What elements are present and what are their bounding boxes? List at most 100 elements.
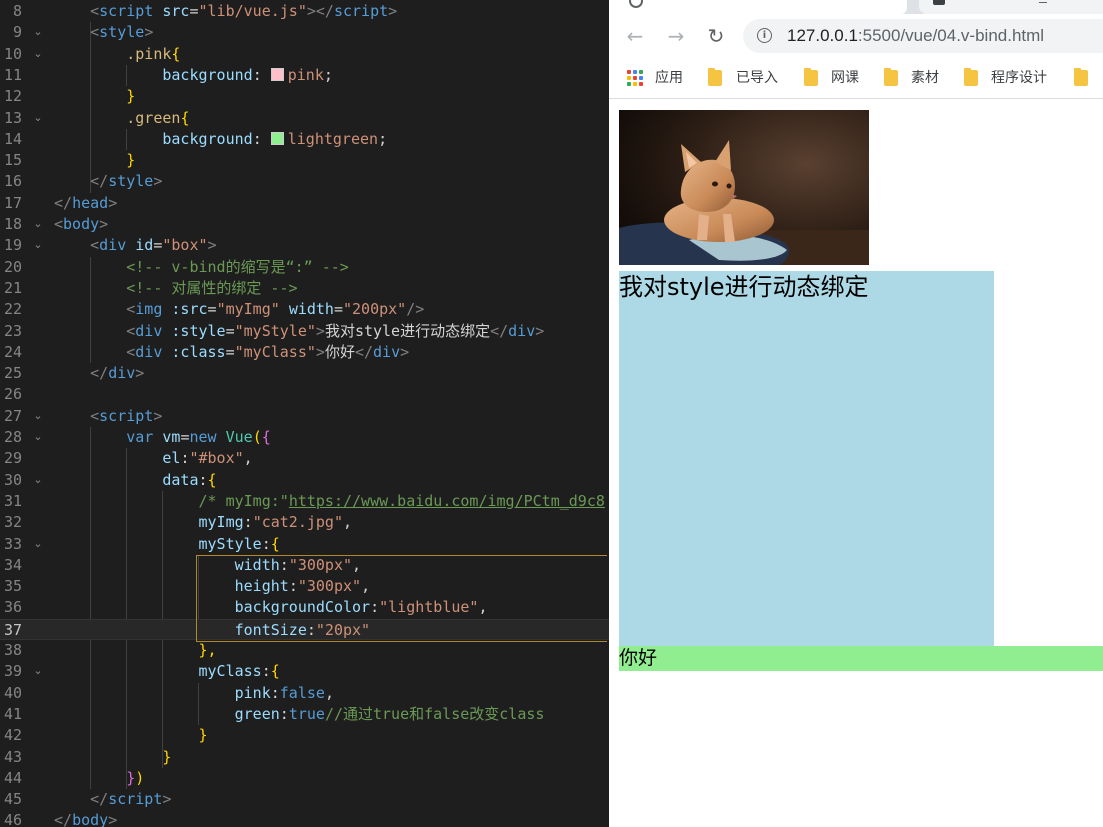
- code-token: </: [490, 321, 509, 340]
- code-text: }): [54, 768, 144, 789]
- bookmark-folder-more[interactable]: [1074, 68, 1103, 88]
- line-number: 38: [3, 641, 22, 659]
- code-text: <script>: [54, 406, 162, 427]
- bookmark-folder-assets[interactable]: 素材: [884, 68, 954, 88]
- code-line[interactable]: 40 pink:false,: [0, 683, 609, 704]
- code-token: </: [54, 172, 109, 191]
- code-line[interactable]: 33 ⌄ myStyle:{: [0, 534, 609, 555]
- code-line[interactable]: 38 },: [0, 640, 609, 661]
- code-line[interactable]: 18 ⌄ <body>: [0, 214, 609, 235]
- forward-arrow-icon[interactable]: →: [664, 24, 688, 48]
- fold-chevron-icon[interactable]: ⌄: [32, 111, 44, 125]
- fold-chevron-icon[interactable]: ⌄: [32, 409, 44, 423]
- code-line[interactable]: 28 ⌄ var vm=new Vue({: [0, 427, 609, 448]
- fold-chevron-icon[interactable]: ⌄: [32, 238, 44, 252]
- code-token: }: [54, 768, 136, 787]
- code-line[interactable]: 10 ⌄ .pink{: [0, 44, 609, 65]
- code-line[interactable]: 30 ⌄ data:{: [0, 470, 609, 491]
- address-bar[interactable]: i 127.0.0.1:5500/vue/04.v-bind.html: [743, 19, 1103, 53]
- code-text: </body>: [54, 810, 117, 827]
- code-token: background: [54, 65, 253, 84]
- code-token: =: [333, 300, 343, 319]
- bookmark-folder-imported[interactable]: 已导入: [708, 68, 788, 88]
- code-text: myImg:"cat2.jpg",: [54, 512, 352, 533]
- code-line[interactable]: 26: [0, 384, 609, 405]
- code-line[interactable]: 29 el:"#box",: [0, 448, 609, 469]
- site-info-icon[interactable]: i: [757, 28, 772, 43]
- code-line[interactable]: 31 /* myImg:"https://www.baidu.com/img/P…: [0, 491, 609, 512]
- code-line[interactable]: 44 }): [0, 768, 609, 789]
- code-token: div: [135, 342, 163, 361]
- code-token: "myStyle": [234, 321, 316, 340]
- code-line[interactable]: 19 ⌄ <div id="box">: [0, 235, 609, 256]
- code-token: myStyle: [54, 534, 262, 553]
- code-token: >: [315, 342, 325, 361]
- bookmark-apps[interactable]: 应用: [627, 68, 697, 88]
- code-token: <: [54, 2, 100, 20]
- line-number: 25: [3, 364, 22, 383]
- code-line[interactable]: 11 background: pink;: [0, 65, 609, 86]
- code-token: ,: [343, 513, 353, 532]
- code-line[interactable]: 45 </script>: [0, 789, 609, 810]
- code-token: {: [207, 470, 217, 489]
- code-line[interactable]: 22 <img :src="myImg" width="200px"/>: [0, 299, 609, 320]
- reload-icon[interactable]: ↻: [704, 24, 728, 48]
- color-swatch-icon[interactable]: [270, 131, 284, 145]
- color-swatch-icon[interactable]: [270, 67, 284, 81]
- fold-chevron-icon[interactable]: ⌄: [32, 47, 44, 61]
- code-line[interactable]: 13 ⌄ .green{: [0, 108, 609, 129]
- code-text: <script src="lib/vue.js"></script>: [54, 1, 397, 22]
- fold-chevron-icon[interactable]: ⌄: [32, 217, 44, 231]
- code-token: "lib/vue.js": [198, 2, 307, 20]
- code-line[interactable]: 41 green:true//通过true和false改变class: [0, 704, 609, 725]
- code-token: },: [54, 641, 217, 659]
- line-number: 11: [3, 65, 22, 84]
- code-line[interactable]: 32 myImg:"cat2.jpg",: [0, 512, 609, 533]
- code-text: </style>: [54, 171, 162, 192]
- code-line[interactable]: 46 </body>: [0, 810, 609, 827]
- code-token: ): [135, 768, 145, 787]
- code-token: <: [54, 321, 136, 340]
- code-token: <: [54, 342, 136, 361]
- code-token: https://www.baidu.com/img/PCtm_d9c8: [288, 491, 605, 510]
- code-token: pink: [54, 683, 271, 702]
- code-line[interactable]: 14 background: lightgreen;: [0, 129, 609, 150]
- code-line[interactable]: 9 ⌄ <style>: [0, 22, 609, 43]
- code-line[interactable]: 16 </style>: [0, 171, 609, 192]
- code-line[interactable]: 39 ⌄ myClass:{: [0, 661, 609, 682]
- fold-chevron-icon[interactable]: ⌄: [32, 537, 44, 551]
- code-line[interactable]: 12 }: [0, 86, 609, 107]
- code-text: var vm=new Vue({: [54, 427, 271, 448]
- tab-active[interactable]: [609, 0, 907, 14]
- fold-chevron-icon[interactable]: ⌄: [32, 664, 44, 678]
- code-line[interactable]: 24 <div :class="myClass">你好</div>: [0, 342, 609, 363]
- bookmark-folder-programming[interactable]: 程序设计: [964, 68, 1064, 88]
- code-text: .pink{: [54, 44, 180, 65]
- back-arrow-icon[interactable]: ←: [623, 24, 647, 48]
- code-line[interactable]: 25 </div>: [0, 363, 609, 384]
- fold-chevron-icon[interactable]: ⌄: [32, 25, 44, 39]
- line-number: 32: [3, 513, 22, 532]
- code-line[interactable]: 15 }: [0, 150, 609, 171]
- code-editor[interactable]: 8 <script src="lib/vue.js"></script> 9 ⌄ <…: [0, 0, 609, 827]
- line-number: 8: [12, 2, 22, 20]
- code-line[interactable]: 23 <div :style="myStyle">我对style进行动态绑定</…: [0, 321, 609, 342]
- code-line[interactable]: 43 }: [0, 747, 609, 768]
- code-text: </head>: [54, 193, 117, 214]
- code-line[interactable]: 42 }: [0, 725, 609, 746]
- code-token: .pink: [54, 44, 172, 63]
- code-token: body: [63, 215, 100, 233]
- bookmark-folder-courses[interactable]: 网课: [804, 68, 874, 88]
- fold-chevron-icon[interactable]: ⌄: [32, 473, 44, 487]
- tab-other[interactable]: [919, 0, 1103, 14]
- code-line[interactable]: 27 ⌄ <script>: [0, 406, 609, 427]
- code-line[interactable]: 20 <!-- v-bind的缩写是“:” -->: [0, 257, 609, 278]
- url-text[interactable]: 127.0.0.1:5500/vue/04.v-bind.html: [787, 26, 1044, 46]
- code-text: }: [54, 150, 135, 171]
- folder-icon: [884, 68, 898, 86]
- code-line[interactable]: 8 <script src="lib/vue.js"></script>: [0, 1, 609, 22]
- fold-chevron-icon[interactable]: ⌄: [32, 430, 44, 444]
- code-line[interactable]: 17 </head>: [0, 193, 609, 214]
- code-text: .green{: [54, 108, 189, 129]
- code-line[interactable]: 21 <!-- 对属性的绑定 -->: [0, 278, 609, 299]
